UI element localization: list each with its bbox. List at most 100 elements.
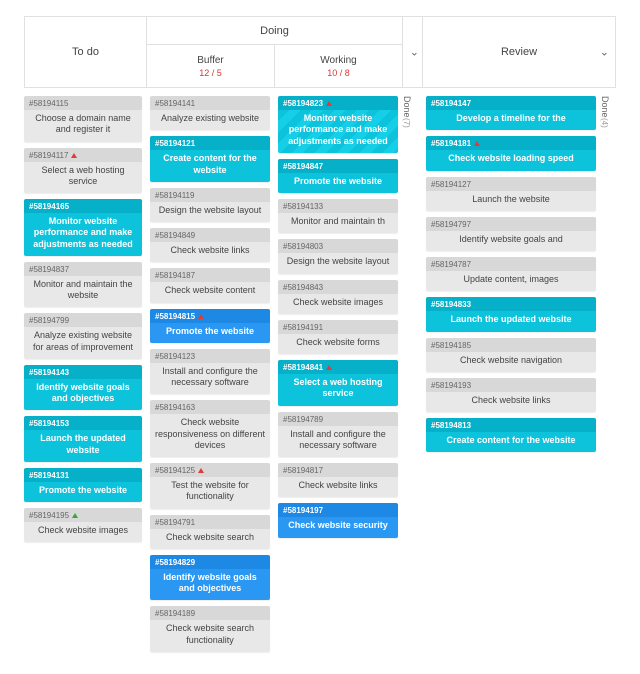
column-todo[interactable]: #58194115Choose a domain name and regist…	[24, 88, 146, 658]
header-doing-top[interactable]: Doing	[147, 17, 402, 45]
card[interactable]: #58194153Launch the updated website	[24, 416, 142, 462]
card-id: #58194123	[155, 352, 195, 361]
card[interactable]: #58194189Check website search functional…	[150, 606, 270, 652]
card[interactable]: #58194193Check website links	[426, 378, 596, 412]
flag-icon	[326, 101, 332, 106]
card[interactable]: #58194115Choose a domain name and regist…	[24, 96, 142, 142]
card-title: Create content for the website	[150, 150, 270, 182]
card-header: #58194829	[150, 555, 270, 569]
card-title: Check website loading speed	[426, 150, 596, 170]
card-title: Promote the website	[24, 482, 142, 502]
flag-icon	[72, 513, 78, 518]
card[interactable]: #58194141Analyze existing website	[150, 96, 270, 130]
card-title: Analyze existing website	[150, 110, 270, 130]
card-id: #58194817	[283, 466, 323, 475]
card-title: Select a web hosting service	[278, 374, 398, 406]
card-id: #58194191	[283, 323, 323, 332]
card-title: Select a web hosting service	[24, 162, 142, 194]
card-header: #58194791	[150, 515, 270, 529]
card-id: #58194833	[431, 300, 471, 309]
card-header: #58194165	[24, 199, 142, 213]
card[interactable]: #58194143Identify website goals and obje…	[24, 365, 142, 411]
card[interactable]: #58194187Check website content	[150, 268, 270, 302]
card-id: #58194789	[283, 415, 323, 424]
card[interactable]: #58194125Test the website for functional…	[150, 463, 270, 509]
card-title: Update content, images	[426, 271, 596, 291]
card-title: Design the website layout	[150, 202, 270, 222]
header-buffer[interactable]: Buffer 12 / 5	[147, 45, 275, 87]
header-working[interactable]: Working 10 / 8	[275, 45, 402, 87]
card[interactable]: #58194829Identify website goals and obje…	[150, 555, 270, 601]
card[interactable]: #58194823Monitor website performance and…	[278, 96, 398, 153]
card[interactable]: #58194127Launch the website	[426, 177, 596, 211]
header-review[interactable]: Review ⌄	[423, 17, 615, 87]
column-working[interactable]: #58194823Monitor website performance and…	[274, 88, 402, 658]
card[interactable]: #58194787 Update content, images	[426, 257, 596, 291]
card-id: #58194787	[431, 260, 471, 269]
card[interactable]: #58194833Launch the updated website	[426, 297, 596, 331]
card-id: #58194117	[29, 151, 68, 160]
card[interactable]: #58194123 Install and configure the neces…	[150, 349, 270, 395]
card[interactable]: #58194185Check website navigation	[426, 338, 596, 372]
header-done-doing[interactable]: ⌄	[403, 17, 423, 87]
flag-icon	[326, 365, 332, 370]
board-columns: #58194115Choose a domain name and regist…	[24, 88, 616, 658]
card-id: #58194133	[283, 202, 323, 211]
card-header: #58194125	[150, 463, 270, 477]
column-done-doing[interactable]: Done (7)	[402, 88, 422, 658]
card[interactable]: #58194813Create content for the website	[426, 418, 596, 452]
card[interactable]: #58194119Design the website layout	[150, 188, 270, 222]
card[interactable]: #58194803Design the website layout	[278, 239, 398, 273]
card[interactable]: #58194791Check website search	[150, 515, 270, 549]
header-label: Buffer	[197, 55, 224, 66]
card[interactable]: #58194147Develop a timeline for the	[426, 96, 596, 130]
card-title: Install and configure the necessary soft…	[150, 363, 270, 395]
kanban-board: To do Doing Buffer 12 / 5 Working 10 / 8…	[0, 0, 640, 674]
card[interactable]: #58194117 Select a web hosting service	[24, 148, 142, 194]
card-title: Check website navigation	[426, 352, 596, 372]
card-title: Check website forms	[278, 334, 398, 354]
card[interactable]: #58194133Monitor and maintain th	[278, 199, 398, 233]
card[interactable]: #58194849Check website links	[150, 228, 270, 262]
card[interactable]: #58194165Monitor website performance and…	[24, 199, 142, 256]
card-header: #58194803	[278, 239, 398, 253]
card[interactable]: #58194181Check website loading speed	[426, 136, 596, 170]
chevron-down-icon[interactable]: ⌄	[600, 46, 609, 59]
done-label: Done	[402, 96, 412, 118]
card-header: #58194193	[426, 378, 596, 392]
card[interactable]: #58194191 Check website forms	[278, 320, 398, 354]
column-review[interactable]: #58194147Develop a timeline for the #5819…	[422, 88, 600, 658]
flag-icon	[198, 468, 204, 473]
card[interactable]: #58194163Check website responsiveness on…	[150, 400, 270, 457]
card[interactable]: #58194799Analyze existing website for ar…	[24, 313, 142, 359]
card[interactable]: #58194843Check website images	[278, 280, 398, 314]
column-buffer[interactable]: #58194141Analyze existing website#581941…	[146, 88, 274, 658]
card-id: #58194813	[431, 421, 471, 430]
card[interactable]: #58194817Check website links	[278, 463, 398, 497]
card-title: Monitor and maintain the website	[24, 276, 142, 308]
card-id: #58194165	[29, 202, 69, 211]
card[interactable]: #58194847Promote the website	[278, 159, 398, 193]
card-title: Develop a timeline for the	[426, 110, 596, 130]
header-doing: Doing Buffer 12 / 5 Working 10 / 8	[147, 17, 403, 87]
card-header: #58194789	[278, 412, 398, 426]
card[interactable]: #58194789Install and configure the neces…	[278, 412, 398, 458]
card-header: #58194799	[24, 313, 142, 327]
card-header: #58194141	[150, 96, 270, 110]
card[interactable]: #58194121Create content for the website	[150, 136, 270, 182]
card-id: #58194163	[155, 403, 195, 412]
card[interactable]: #58194195Check website images	[24, 508, 142, 542]
card[interactable]: #58194197Check website security	[278, 503, 398, 537]
card[interactable]: #58194841Select a web hosting service	[278, 360, 398, 406]
card-id: #58194193	[431, 381, 471, 390]
card[interactable]: #58194815Promote the website	[150, 309, 270, 343]
chevron-down-icon[interactable]: ⌄	[410, 46, 419, 59]
card-header: #58194847	[278, 159, 398, 173]
card[interactable]: #58194837Monitor and maintain the websit…	[24, 262, 142, 308]
header-todo[interactable]: To do	[25, 17, 147, 87]
card-header: #58194181	[426, 136, 596, 150]
column-done-review[interactable]: Done (4)	[600, 88, 616, 658]
card[interactable]: #58194797Identify website goals and	[426, 217, 596, 251]
card[interactable]: #58194131Promote the website	[24, 468, 142, 502]
card-id: #58194125	[155, 466, 195, 475]
